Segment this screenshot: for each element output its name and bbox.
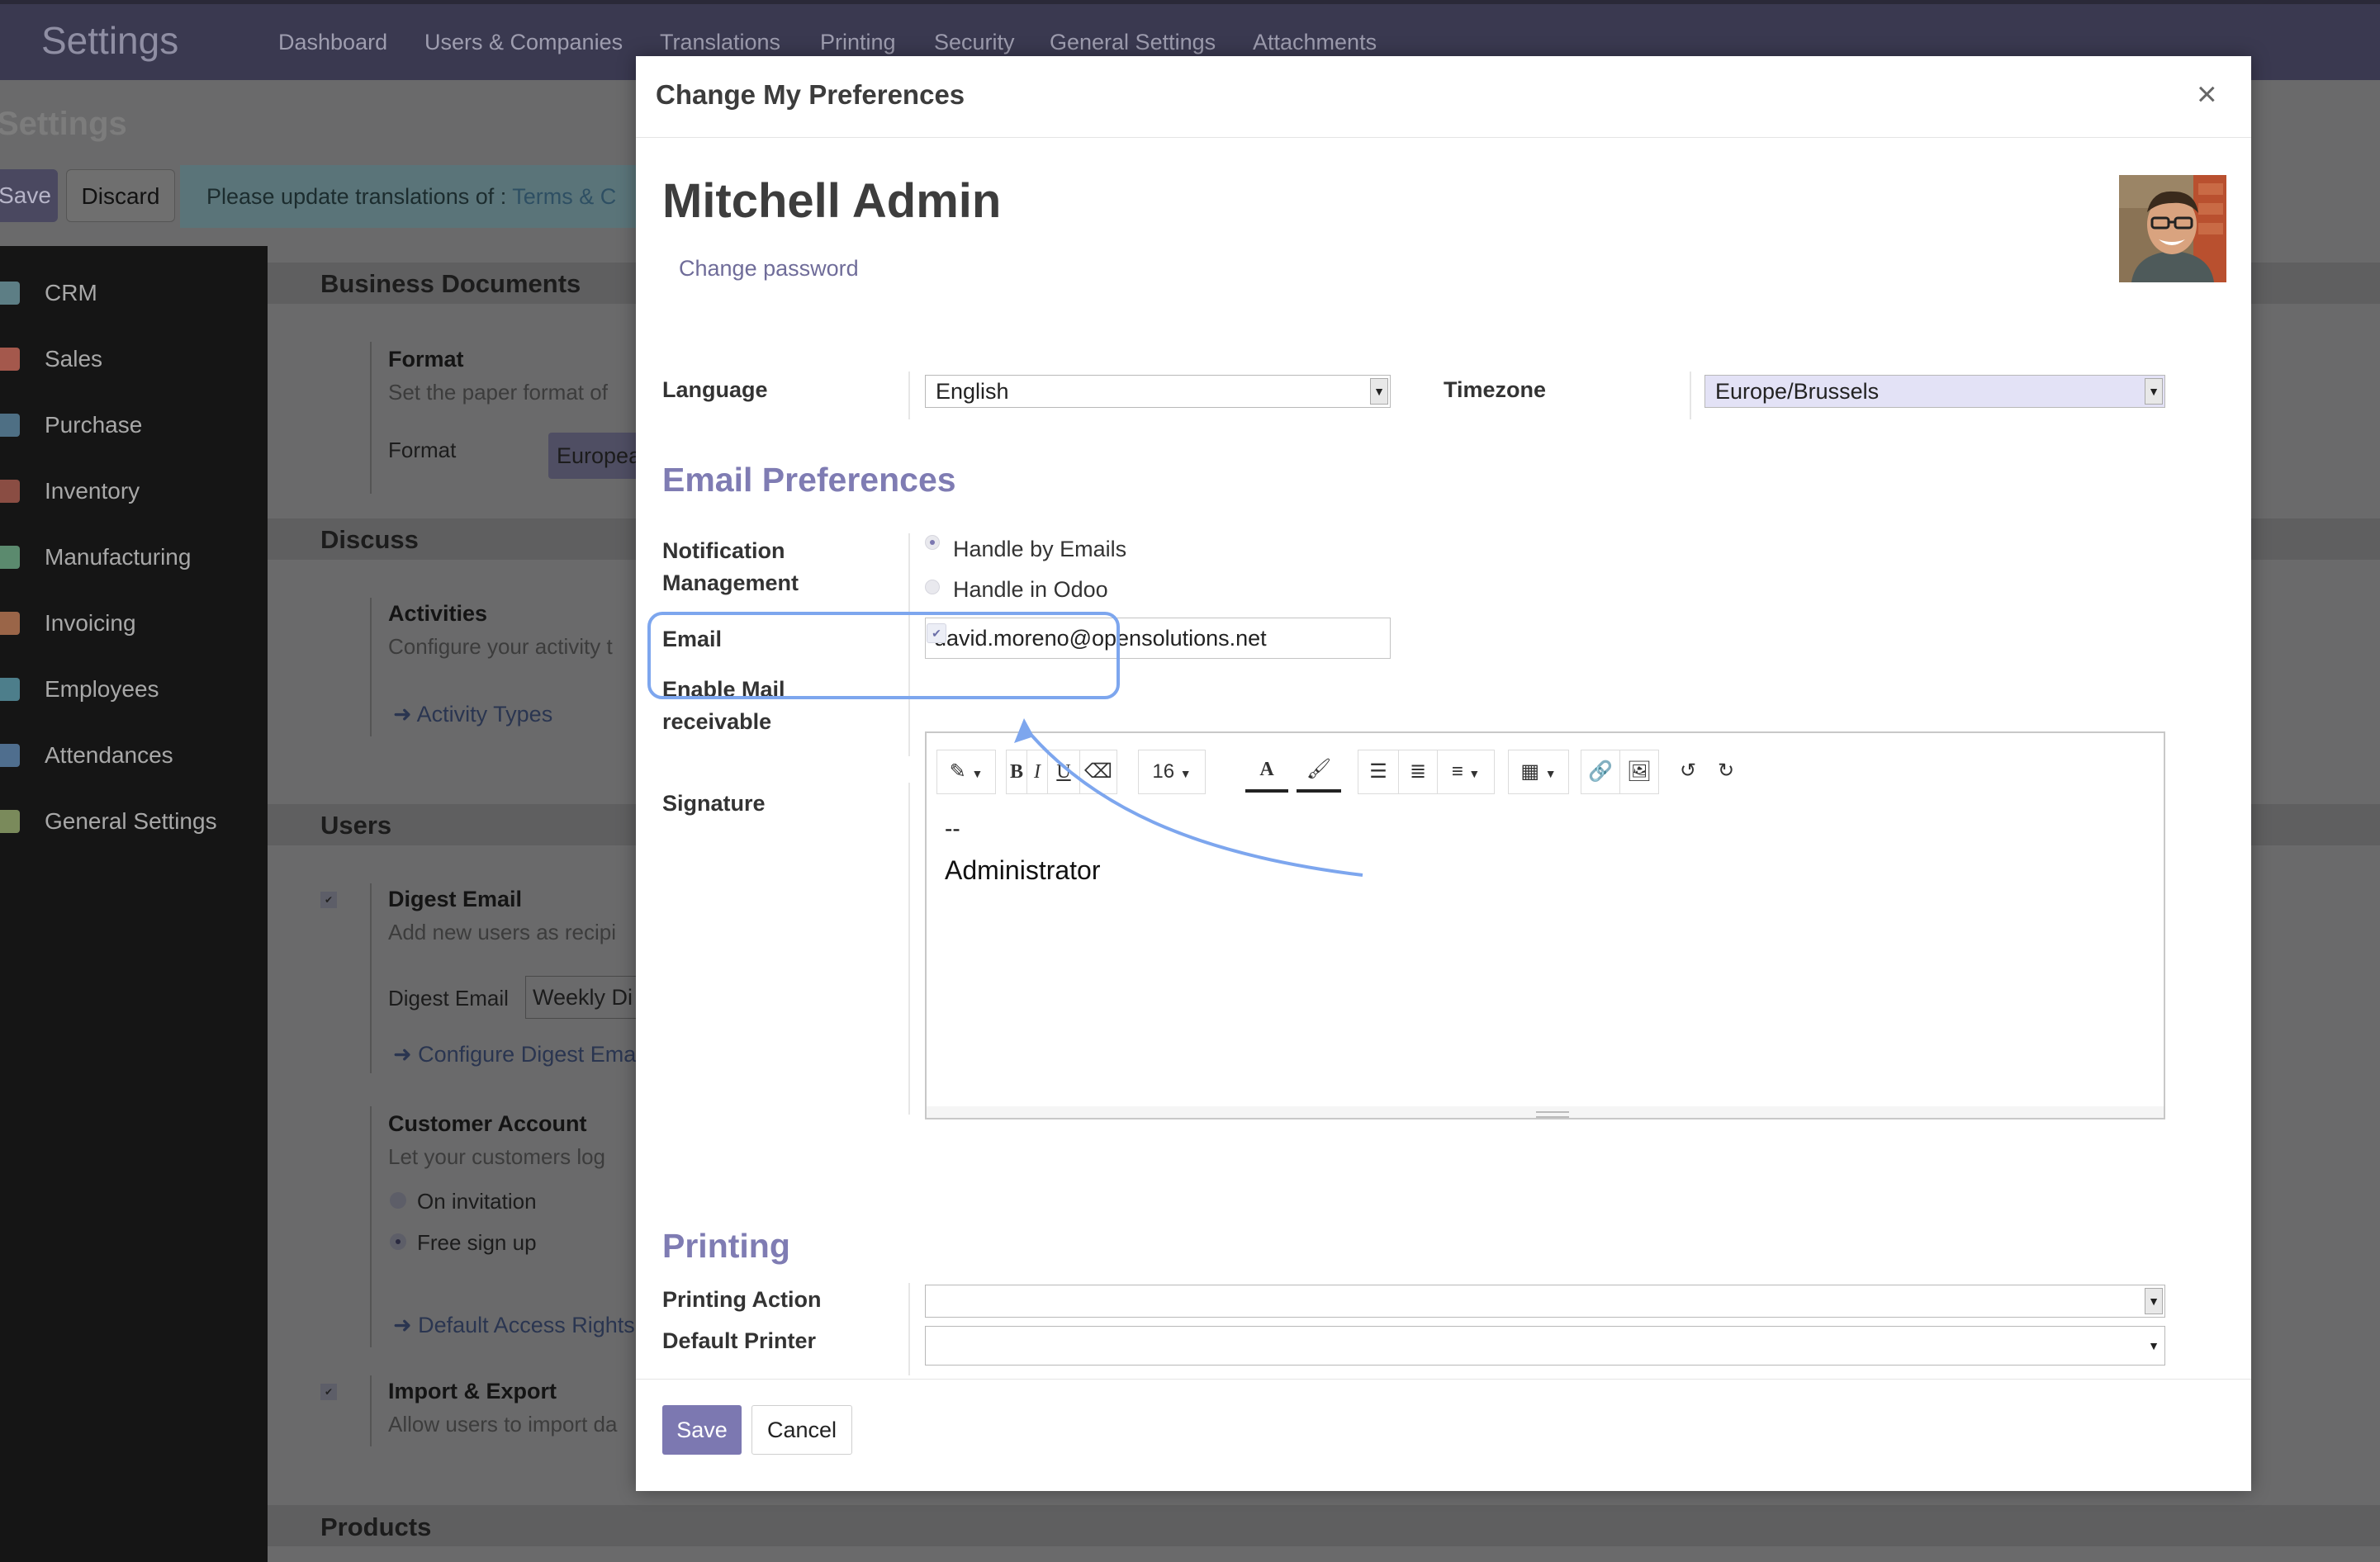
setting-desc: Add new users as recipi: [388, 920, 617, 944]
bg-discard-button[interactable]: Discard: [66, 169, 175, 222]
nav-printing[interactable]: Printing: [820, 30, 896, 55]
nav-translations[interactable]: Translations: [660, 30, 780, 55]
sidebar-item[interactable]: Attendances: [0, 731, 268, 780]
sidebar-item[interactable]: CRM: [0, 268, 268, 318]
sidebar-item-label: Employees: [45, 676, 159, 702]
nav-security[interactable]: Security: [934, 30, 1015, 55]
radio-on-invitation[interactable]: [390, 1192, 406, 1209]
configure-digest-link[interactable]: ➜ Configure Digest Ema: [393, 1042, 636, 1067]
translation-alert: Please update translations of : Terms & …: [180, 165, 642, 228]
nav-general-settings[interactable]: General Settings: [1050, 30, 1216, 55]
sidebar-item[interactable]: Invoicing: [0, 599, 268, 648]
nav-users-companies[interactable]: Users & Companies: [424, 30, 623, 55]
setting-title: Format: [388, 347, 464, 372]
setting-title: Customer Account: [388, 1111, 587, 1136]
divider: [370, 1106, 372, 1347]
annotation-arrow: [1014, 718, 1363, 877]
section-title: Users: [320, 811, 392, 840]
setting-label: Format: [388, 438, 457, 462]
digest-checkbox[interactable]: ✔: [320, 892, 337, 908]
divider: [370, 1375, 372, 1446]
sidebar-item[interactable]: Employees: [0, 665, 268, 714]
radio-label: Free sign up: [417, 1230, 537, 1255]
alert-text: Please update translations of :: [206, 184, 513, 209]
crm-icon: [0, 282, 20, 305]
sidebar-item-label: Inventory: [45, 478, 140, 504]
setting-desc: Allow users to import da: [388, 1412, 618, 1437]
setting-title: Import & Export: [388, 1379, 557, 1403]
sidebar-item-label: Sales: [45, 346, 103, 372]
radio-label: On invitation: [417, 1189, 537, 1214]
sidebar-item[interactable]: Purchase: [0, 400, 268, 450]
link-text: Configure Digest Ema: [418, 1042, 637, 1067]
divider: [370, 883, 372, 1073]
section-title: Discuss: [320, 525, 419, 554]
format-select[interactable]: Europea: [548, 433, 647, 479]
gear-icon: [0, 810, 20, 833]
employees-icon: [0, 678, 20, 701]
divider: [370, 598, 372, 736]
sidebar-item-label: Invoicing: [45, 610, 136, 636]
sidebar-item[interactable]: General Settings: [0, 797, 268, 846]
manufacturing-icon: [0, 546, 20, 569]
attendances-icon: [0, 744, 20, 767]
nav-dashboard[interactable]: Dashboard: [278, 30, 387, 55]
inventory-icon: [0, 480, 20, 503]
purchase-icon: [0, 414, 20, 437]
setting-desc: Let your customers log: [388, 1144, 606, 1169]
page-title: Settings: [0, 106, 127, 142]
divider: [370, 342, 372, 494]
sidebar-item[interactable]: Manufacturing: [0, 532, 268, 582]
setting-title: Activities: [388, 601, 488, 626]
sidebar-item[interactable]: Sales: [0, 334, 268, 384]
setting-desc: Configure your activity t: [388, 634, 613, 659]
radio-free-sign-up[interactable]: [390, 1233, 406, 1250]
default-access-link[interactable]: ➜ Default Access Rights: [393, 1313, 635, 1338]
sidebar-item[interactable]: Inventory: [0, 466, 268, 516]
activity-types-link[interactable]: ➜ Activity Types: [393, 702, 552, 727]
digest-select[interactable]: Weekly Di: [525, 976, 641, 1019]
section-products: [268, 1505, 2380, 1546]
sidebar-item-label: Attendances: [45, 742, 173, 768]
section-title: Products: [320, 1512, 432, 1541]
bg-save-button[interactable]: Save: [0, 169, 58, 222]
setting-title: Digest Email: [388, 887, 523, 911]
app-title: Settings: [41, 19, 179, 62]
alert-link[interactable]: Terms & C: [512, 184, 616, 209]
import-export-checkbox[interactable]: ✔: [320, 1384, 337, 1400]
link-text: Activity Types: [416, 702, 553, 727]
sidebar-item-label: Manufacturing: [45, 544, 192, 570]
sidebar-item-label: CRM: [45, 280, 97, 305]
preferences-dialog: Change My Preferences × Mitchell Admin C…: [636, 56, 2251, 1491]
sales-icon: [0, 348, 20, 371]
sidebar-item-label: General Settings: [45, 808, 217, 834]
invoicing-icon: [0, 612, 20, 635]
sidebar-item-label: Purchase: [45, 412, 143, 438]
setting-desc: Set the paper format of: [388, 380, 608, 405]
link-text: Default Access Rights: [418, 1313, 635, 1337]
section-title: Business Documents: [320, 269, 581, 298]
setting-label: Digest Email: [388, 986, 509, 1011]
nav-attachments[interactable]: Attachments: [1253, 30, 1377, 55]
